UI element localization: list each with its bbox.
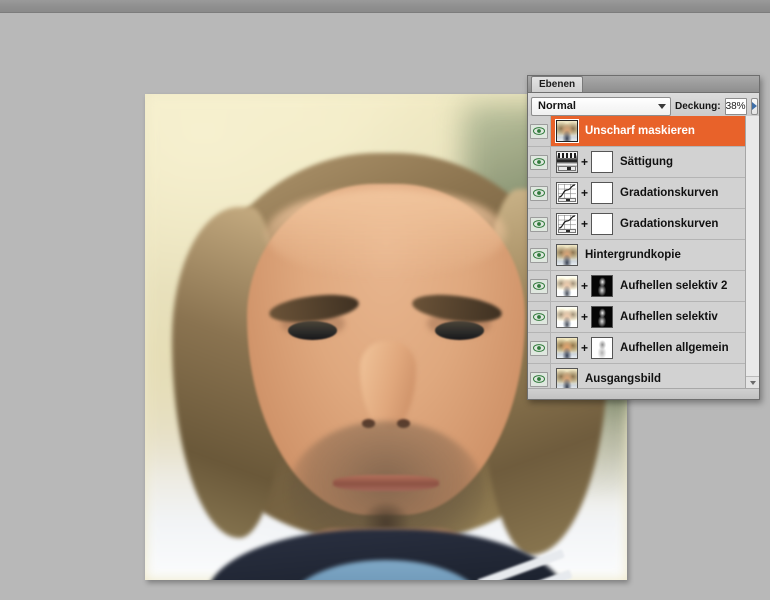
layer-thumbnail[interactable] xyxy=(556,244,578,266)
opacity-stepper-button[interactable] xyxy=(750,97,758,115)
layer-mask-thumbnail[interactable] xyxy=(591,337,614,359)
opacity-label: Deckung: xyxy=(675,100,721,112)
layer-name: Ausgangsbild xyxy=(585,373,662,385)
curves-curve xyxy=(558,215,576,229)
layers-panel[interactable]: Ebenen Normal Deckung: 38% Unscharf mask… xyxy=(527,75,760,400)
layers-panel-footer xyxy=(528,388,759,399)
layer-name: Gradationskurven xyxy=(620,218,719,230)
curves-slider xyxy=(558,198,576,202)
curves-adjustment-icon[interactable] xyxy=(556,213,578,235)
tab-ebenen[interactable]: Ebenen xyxy=(531,76,584,92)
blend-mode-select[interactable]: Normal xyxy=(531,96,671,116)
layers-body: Unscharf maskieren + Sättigung + Gradati… xyxy=(528,116,759,389)
layer-mask-thumbnail[interactable] xyxy=(591,182,614,204)
layer-name: Hintergrundkopie xyxy=(585,249,681,261)
layer-thumbnails[interactable]: + xyxy=(551,337,614,359)
layer-row-aufhellen-selektiv-2[interactable]: + Aufhellen selektiv 2 xyxy=(528,271,745,302)
saturation-adjustment-icon[interactable] xyxy=(556,151,578,173)
layer-thumbnail[interactable] xyxy=(556,306,578,328)
chevron-down-icon xyxy=(749,381,756,385)
layer-thumbnails[interactable]: + xyxy=(551,213,614,235)
layer-name: Aufhellen selektiv xyxy=(620,311,718,323)
layer-row-unscharf-maskieren[interactable]: Unscharf maskieren xyxy=(528,116,745,147)
mask-link-plus: + xyxy=(581,279,589,293)
layer-name: Sättigung xyxy=(620,156,674,168)
layer-mask-thumbnail[interactable] xyxy=(591,151,614,173)
blend-mode-value: Normal xyxy=(538,100,576,112)
layer-thumbnails[interactable]: + xyxy=(551,151,614,173)
layer-row-saettigung[interactable]: + Sättigung xyxy=(528,147,745,178)
layer-thumbnails[interactable] xyxy=(551,368,578,389)
mouth xyxy=(333,475,439,492)
layer-visibility-toggle[interactable] xyxy=(528,364,551,389)
mask-link-plus: + xyxy=(581,186,589,200)
layer-thumbnails[interactable] xyxy=(551,244,578,266)
portrait-subject xyxy=(171,153,608,580)
curves-adjustment-icon[interactable] xyxy=(556,182,578,204)
eye-icon xyxy=(530,123,548,139)
layers-scrollbar[interactable] xyxy=(745,116,759,389)
layer-name: Aufhellen allgemein xyxy=(620,342,729,354)
layer-mask-thumbnail[interactable] xyxy=(591,275,614,297)
layer-thumbnails[interactable]: + xyxy=(551,306,614,328)
eye-icon xyxy=(530,154,548,170)
eye-icon xyxy=(530,216,548,232)
layer-name: Aufhellen selektiv 2 xyxy=(620,280,728,292)
layer-visibility-toggle[interactable] xyxy=(528,147,551,177)
eye-icon xyxy=(530,247,548,263)
forehead-highlight xyxy=(265,188,507,279)
layer-thumbnail[interactable] xyxy=(556,120,578,142)
opacity-input[interactable]: 38% xyxy=(724,97,747,115)
layer-visibility-toggle[interactable] xyxy=(528,116,551,146)
mask-link-plus: + xyxy=(581,310,589,324)
chevron-down-icon xyxy=(658,103,666,109)
eye-icon xyxy=(530,371,548,387)
eye-icon xyxy=(530,309,548,325)
layer-visibility-toggle[interactable] xyxy=(528,209,551,239)
layer-thumbnail[interactable] xyxy=(556,275,578,297)
layers-list[interactable]: Unscharf maskieren + Sättigung + Gradati… xyxy=(528,116,745,389)
layer-row-aufhellen-allgemein[interactable]: + Aufhellen allgemein xyxy=(528,333,745,364)
eye-icon xyxy=(530,185,548,201)
saturation-knob xyxy=(567,167,571,170)
layer-visibility-toggle[interactable] xyxy=(528,271,551,301)
chevron-right-icon xyxy=(751,102,757,110)
layer-mask-thumbnail[interactable] xyxy=(591,306,614,328)
saturation-ticks xyxy=(558,153,576,158)
eye-icon xyxy=(530,340,548,356)
layer-thumbnail[interactable] xyxy=(556,368,578,389)
curves-knob xyxy=(566,230,570,232)
layer-thumbnails[interactable]: + xyxy=(551,182,614,204)
layer-thumbnails[interactable]: + xyxy=(551,275,614,297)
mask-link-plus: + xyxy=(581,217,589,231)
curves-curve xyxy=(558,184,576,198)
layer-visibility-toggle[interactable] xyxy=(528,178,551,208)
layer-row-gradationskurven-2[interactable]: + Gradationskurven xyxy=(528,178,745,209)
layer-row-aufhellen-selektiv[interactable]: + Aufhellen selektiv xyxy=(528,302,745,333)
layer-visibility-toggle[interactable] xyxy=(528,240,551,270)
eye-icon xyxy=(530,278,548,294)
curves-knob xyxy=(566,199,570,201)
saturation-slider xyxy=(558,166,576,171)
curves-slider xyxy=(558,229,576,233)
layer-row-hintergrundkopie[interactable]: Hintergrundkopie xyxy=(528,240,745,271)
layer-name: Unscharf maskieren xyxy=(585,125,695,137)
layer-name: Gradationskurven xyxy=(620,187,719,199)
layer-visibility-toggle[interactable] xyxy=(528,333,551,363)
mask-link-plus: + xyxy=(581,341,589,355)
opacity-value: 38% xyxy=(725,100,746,112)
layer-visibility-toggle[interactable] xyxy=(528,302,551,332)
layer-row-ausgangsbild[interactable]: Ausgangsbild xyxy=(528,364,745,389)
layer-thumbnails[interactable] xyxy=(551,120,578,142)
panel-tab-strip: Ebenen xyxy=(528,76,759,93)
layer-mask-thumbnail[interactable] xyxy=(591,213,614,235)
mask-link-plus: + xyxy=(581,155,589,169)
layer-thumbnail[interactable] xyxy=(556,337,578,359)
layer-row-gradationskurven-1[interactable]: + Gradationskurven xyxy=(528,209,745,240)
desktop-top-bar xyxy=(0,0,770,13)
